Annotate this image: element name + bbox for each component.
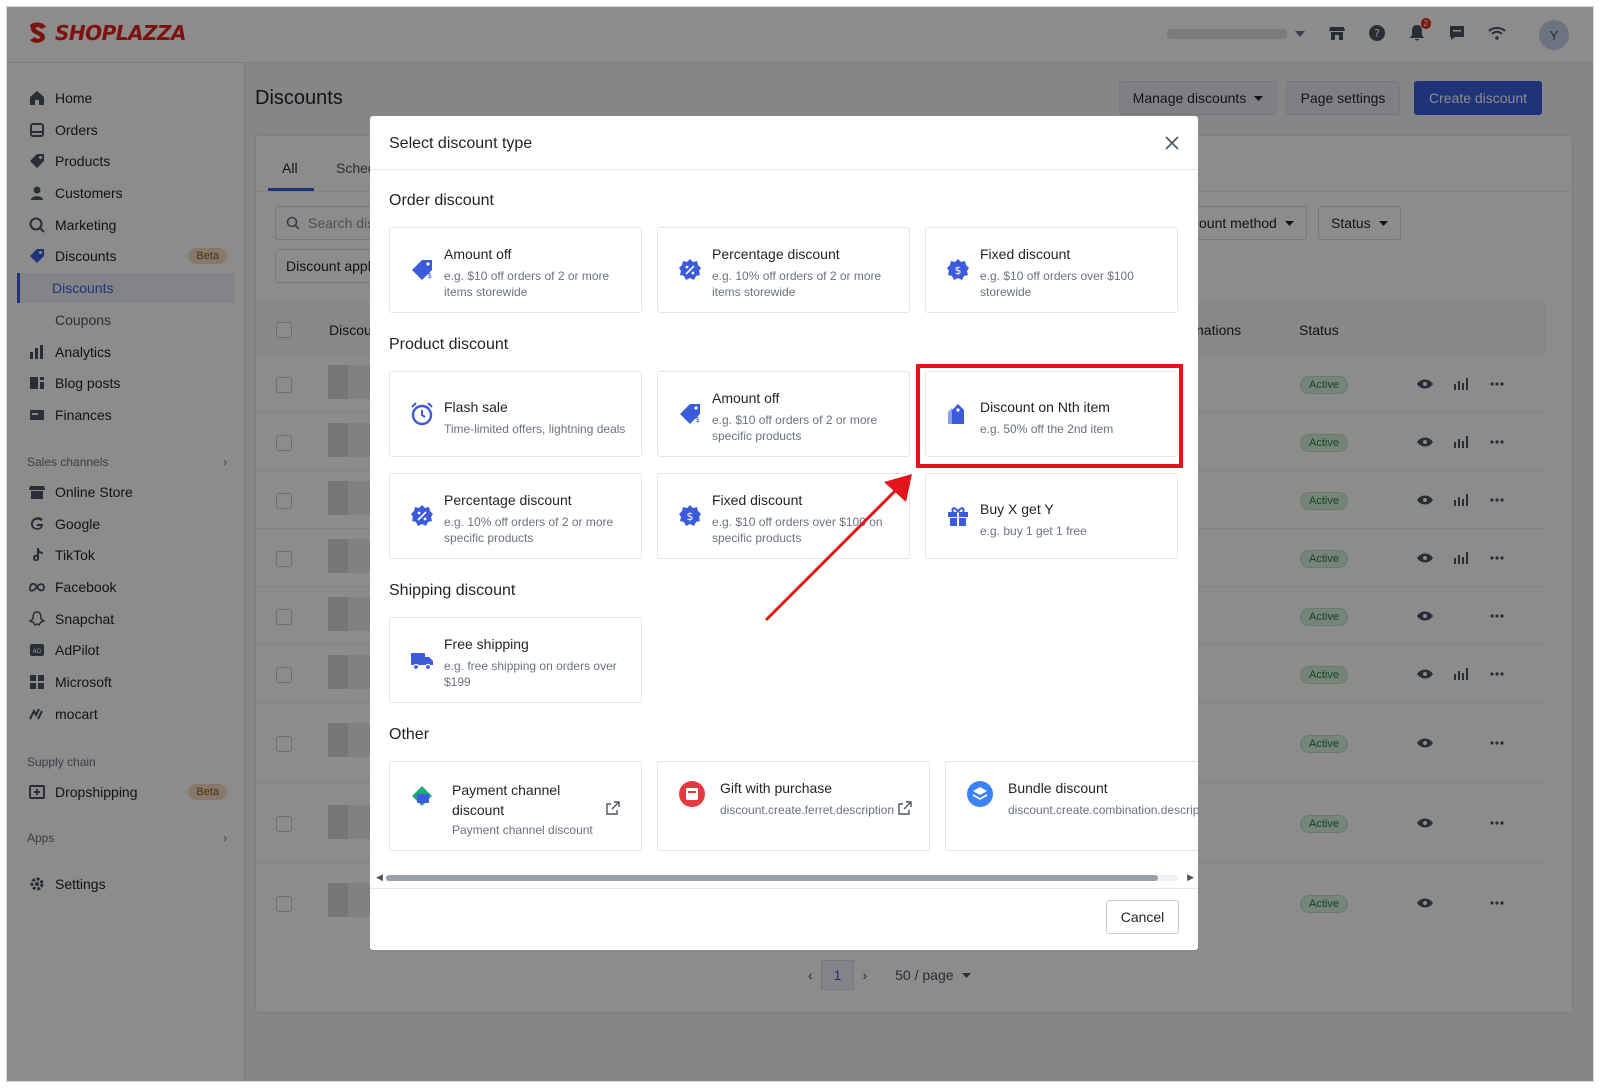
- option-title: Gift with purchase: [720, 780, 833, 796]
- option-description: Payment channel discount: [452, 823, 593, 837]
- option-title: Percentage discount: [712, 246, 840, 262]
- option-description: e.g. 10% off orders of 2 or more items s…: [712, 269, 882, 299]
- layers-icon: [967, 781, 993, 807]
- scroll-left-icon[interactable]: ◀: [376, 872, 383, 883]
- option-description: discount.create.combination.description: [1008, 803, 1198, 817]
- option-payment-channel-discount[interactable]: Payment channel discount Payment channel…: [389, 761, 642, 851]
- modal-title: Select discount type: [389, 135, 533, 152]
- gift-icon: [948, 507, 968, 526]
- option-title: Buy X get Y: [980, 501, 1054, 517]
- horizontal-scrollbar[interactable]: ◀ ▶: [376, 872, 1194, 884]
- option-title: Fixed discount: [980, 246, 1071, 262]
- option-flash-sale[interactable]: Flash sale Time-limited offers, lightnin…: [389, 371, 642, 457]
- option-buy-x-get-y[interactable]: Buy X get Y e.g. buy 1 get 1 free: [925, 473, 1178, 559]
- option-description: Time-limited offers, lightning deals: [444, 422, 626, 436]
- gift-card-icon: [679, 781, 705, 807]
- alarm-clock-icon: [411, 402, 433, 426]
- option-description: e.g. $10 off orders of 2 or more items s…: [444, 269, 610, 299]
- option-description: e.g. free shipping on orders over $199: [444, 659, 617, 689]
- truck-icon: [411, 653, 433, 671]
- modal-footer-divider: [370, 888, 1198, 889]
- svg-text:$: $: [695, 415, 700, 424]
- option-description: e.g. 10% off orders of 2 or more specifi…: [444, 515, 614, 545]
- highlight-box: [916, 364, 1183, 468]
- option-gift-with-purchase[interactable]: Gift with purchase discount.create.ferre…: [657, 761, 930, 851]
- tag-dollar-icon: $: [680, 404, 700, 424]
- scroll-right-icon[interactable]: ▶: [1187, 872, 1194, 883]
- dollar-badge-icon: $: [679, 505, 701, 526]
- percent-badge-icon: [679, 259, 701, 280]
- svg-text:$: $: [427, 271, 432, 280]
- option-title: Amount off: [444, 246, 512, 262]
- modal-header-divider: [370, 169, 1198, 170]
- option-title: Flash sale: [444, 399, 508, 415]
- tag-dollar-icon: $: [412, 260, 432, 280]
- external-link-icon[interactable]: [897, 800, 913, 816]
- external-link-icon[interactable]: [605, 800, 621, 816]
- option-description: e.g. buy 1 get 1 free: [980, 524, 1087, 538]
- option-title: Amount off: [712, 390, 780, 406]
- option-order-fixed[interactable]: $ Fixed discount e.g. $10 off orders ove…: [925, 227, 1178, 313]
- cancel-button[interactable]: Cancel: [1106, 900, 1179, 934]
- option-product-percentage[interactable]: Percentage discount e.g. 10% off orders …: [389, 473, 642, 559]
- option-bundle-discount[interactable]: Bundle discount discount.create.combinat…: [945, 761, 1198, 851]
- option-description: e.g. $10 off orders of 2 or more specifi…: [712, 413, 878, 443]
- annotation-arrow-icon: [764, 474, 912, 622]
- dollar-badge-icon: $: [947, 259, 969, 280]
- section-title-order: Order discount: [389, 192, 494, 209]
- option-title: Free shipping: [444, 636, 529, 652]
- svg-text:$: $: [687, 510, 694, 523]
- scrollbar-thumb[interactable]: [386, 875, 1158, 881]
- option-description: e.g. $10 off orders over $100 storewide: [980, 269, 1134, 299]
- svg-text:$: $: [955, 264, 962, 277]
- option-order-percentage[interactable]: Percentage discount e.g. 10% off orders …: [657, 227, 910, 313]
- option-free-shipping[interactable]: Free shipping e.g. free shipping on orde…: [389, 617, 642, 703]
- option-title: Payment channel discount: [452, 782, 561, 818]
- option-title: Percentage discount: [444, 492, 572, 508]
- section-title-other: Other: [389, 726, 430, 743]
- option-order-amount-off[interactable]: $ Amount off e.g. $10 off orders of 2 or…: [389, 227, 642, 313]
- option-product-amount-off[interactable]: $ Amount off e.g. $10 off orders of 2 or…: [657, 371, 910, 457]
- option-description: discount.create.ferret.description: [720, 803, 895, 817]
- payment-channel-icon: [412, 786, 432, 806]
- option-title: Bundle discount: [1008, 780, 1108, 796]
- close-icon[interactable]: [1162, 133, 1182, 153]
- percent-badge-icon: [411, 505, 433, 526]
- section-title-product: Product discount: [389, 336, 509, 353]
- section-title-shipping: Shipping discount: [389, 582, 516, 599]
